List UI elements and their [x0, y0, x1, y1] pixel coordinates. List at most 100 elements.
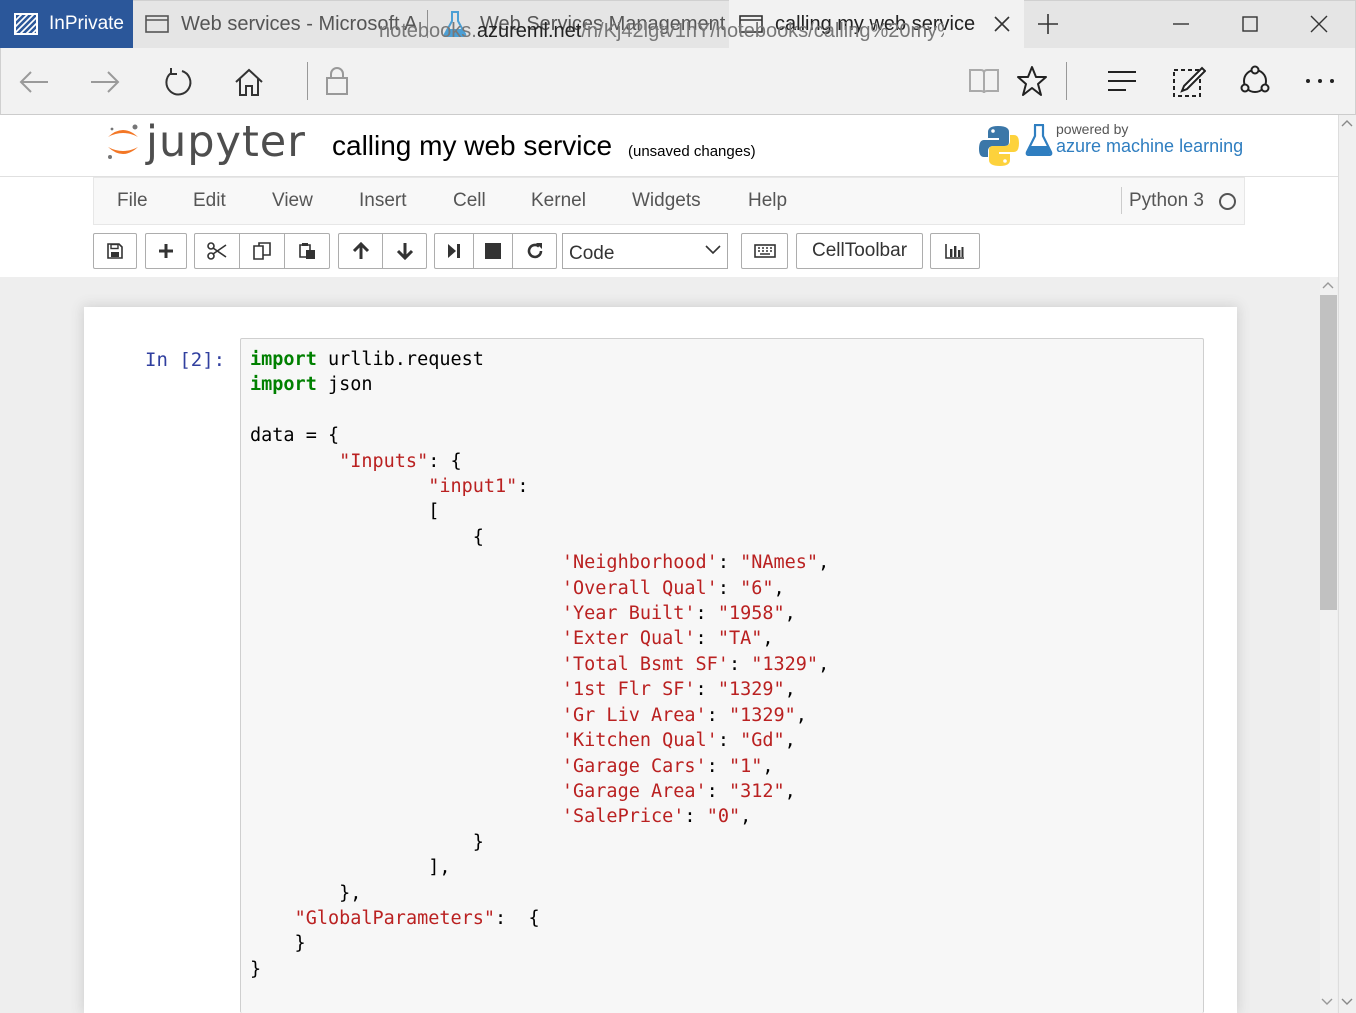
python-logo-icon	[978, 124, 1020, 168]
minimize-button[interactable]	[1147, 0, 1215, 48]
maximize-button[interactable]	[1216, 0, 1284, 48]
share-icon	[1240, 65, 1270, 93]
move-cell-up-button[interactable]	[338, 233, 383, 269]
move-cell-down-button[interactable]	[382, 233, 427, 269]
copy-cell-button[interactable]	[239, 233, 285, 269]
code-string: "TA"	[717, 628, 763, 650]
url-field[interactable]: notebooks.azureml.net/n/Kj42lgtv1hY/note…	[379, 20, 944, 48]
restart-kernel-button[interactable]	[512, 233, 557, 269]
code-text: ,	[784, 730, 796, 752]
menu-view[interactable]: View	[272, 190, 313, 212]
menu-cell[interactable]: Cell	[453, 190, 486, 212]
code-line: import json	[250, 372, 829, 397]
chevron-down-icon	[705, 245, 721, 255]
notebook-scrollbar-thumb[interactable]	[1320, 295, 1337, 610]
page-scrollbar[interactable]	[1338, 115, 1356, 1013]
celltoolbar-button[interactable]: CellToolbar	[796, 233, 923, 269]
scroll-down-icon[interactable]	[1320, 997, 1334, 1007]
code-text: urllib.request	[316, 349, 484, 370]
back-button[interactable]	[6, 48, 62, 115]
code-content[interactable]: import urllib.requestimport json​data = …	[250, 347, 829, 982]
code-line: [	[250, 499, 829, 524]
code-text: :	[717, 552, 741, 574]
chart-button[interactable]	[930, 233, 980, 269]
web-note-button[interactable]	[1172, 64, 1206, 98]
more-button[interactable]	[1305, 78, 1335, 84]
jupyter-wordmark[interactable]: jupyter	[146, 117, 306, 167]
code-text: :	[728, 653, 752, 675]
forward-button[interactable]	[77, 48, 133, 115]
code-text: }	[250, 933, 306, 955]
code-text: ,	[784, 603, 796, 625]
code-string: 'SalePrice'	[561, 806, 685, 828]
menu-widgets[interactable]: Widgets	[632, 190, 701, 212]
code-line: "GlobalParameters": {	[250, 906, 829, 931]
code-text: }	[250, 831, 484, 853]
floppy-disk-icon	[107, 243, 123, 259]
code-text: ,	[784, 780, 796, 802]
close-window-button[interactable]	[1285, 0, 1353, 48]
code-text: :	[684, 806, 707, 828]
step-forward-icon	[448, 244, 460, 258]
code-text: ,	[762, 628, 774, 650]
favorite-button[interactable]	[1016, 65, 1048, 97]
page-scroll-down-icon[interactable]	[1340, 997, 1354, 1007]
powered-by-label: powered by	[1056, 121, 1129, 137]
menu-kernel[interactable]: Kernel	[531, 190, 586, 212]
code-line: {	[250, 525, 829, 550]
jupyter-logo-icon[interactable]	[106, 121, 140, 163]
refresh-button[interactable]	[150, 48, 206, 115]
code-string: 'Gr Liv Area'	[561, 704, 707, 726]
share-button[interactable]	[1238, 64, 1272, 98]
menu-help[interactable]: Help	[748, 190, 787, 212]
page-icon	[145, 15, 169, 33]
code-string: "NAmes"	[740, 552, 819, 574]
new-tab-button[interactable]	[1030, 10, 1066, 38]
interrupt-kernel-button[interactable]	[473, 233, 513, 269]
hub-button[interactable]	[1106, 70, 1138, 92]
code-text: :	[695, 603, 718, 625]
run-cell-button[interactable]	[434, 233, 474, 269]
code-line: 'SalePrice': "0",	[250, 804, 829, 829]
code-string: 'Kitchen Qual'	[561, 730, 718, 752]
url-prefix: notebooks.	[379, 20, 477, 42]
code-line: 'Kitchen Qual': "Gd",	[250, 728, 829, 753]
home-button[interactable]	[221, 48, 277, 115]
code-text: },	[250, 882, 362, 904]
more-icon	[1306, 79, 1334, 83]
lock-icon	[325, 66, 349, 96]
menu-file[interactable]: File	[117, 190, 148, 212]
command-palette-button[interactable]	[741, 233, 788, 269]
notebook-title[interactable]: calling my web service	[332, 130, 612, 162]
web-note-icon	[1173, 66, 1206, 97]
save-button[interactable]	[93, 233, 137, 269]
refresh-icon	[165, 67, 192, 95]
bar-chart-icon	[945, 244, 964, 259]
code-text: }	[250, 958, 262, 980]
minimize-icon	[1173, 23, 1189, 25]
code-line: }	[250, 830, 829, 855]
azure-ml-flask-icon	[1025, 124, 1053, 156]
scroll-up-icon[interactable]	[1321, 280, 1335, 290]
menu-edit[interactable]: Edit	[193, 190, 226, 212]
code-text: : {	[495, 907, 540, 929]
paste-cell-button[interactable]	[284, 233, 330, 269]
page-scroll-up-icon[interactable]	[1340, 118, 1354, 128]
code-string: "1329"	[728, 704, 796, 726]
close-tab-icon[interactable]	[993, 15, 1011, 33]
code-text: :	[695, 679, 718, 701]
plus-icon	[159, 244, 173, 258]
scissors-icon	[207, 242, 227, 260]
menu-insert[interactable]: Insert	[359, 190, 407, 212]
cell-type-select[interactable]: Code	[562, 233, 728, 269]
plus-icon	[1038, 14, 1058, 34]
code-string: 'Year Built'	[561, 603, 696, 625]
cut-cell-button[interactable]	[194, 233, 240, 269]
reading-view-button[interactable]	[968, 66, 1000, 96]
back-arrow-icon	[19, 70, 48, 93]
insert-cell-button[interactable]	[145, 233, 187, 269]
